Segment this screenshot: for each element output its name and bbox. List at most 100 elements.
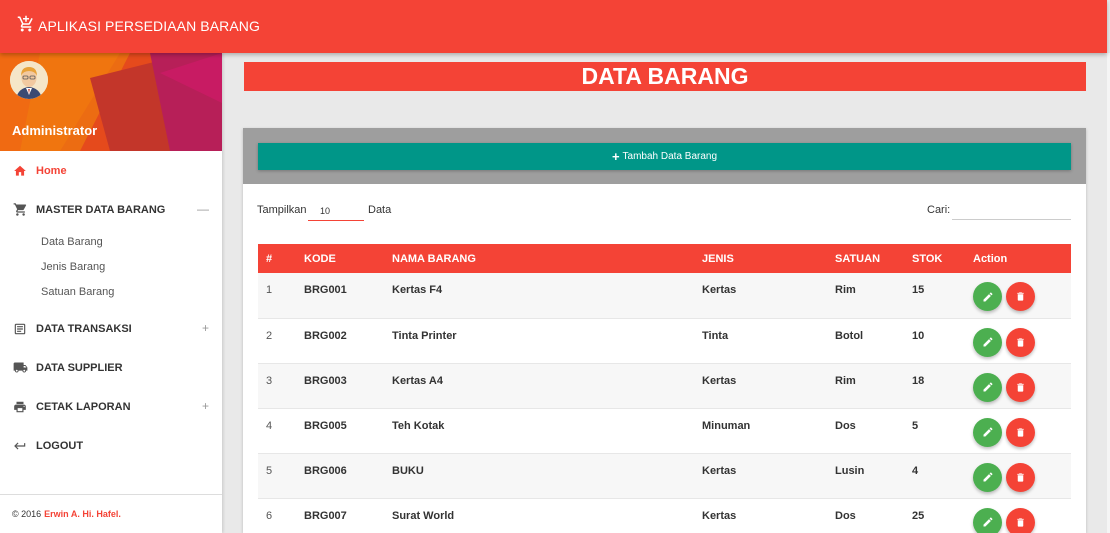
submenu-item-jenis-barang[interactable]: Jenis Barang	[0, 256, 222, 281]
cell-action	[973, 498, 1071, 533]
cell-nama-barang: Kertas F4	[392, 273, 702, 319]
cell-action	[973, 453, 1071, 499]
print-icon	[12, 399, 28, 415]
delete-button[interactable]	[1006, 507, 1035, 533]
sidebar-item-cetak-laporan[interactable]: CETAK LAPORAN +	[0, 387, 222, 426]
cell-action	[973, 273, 1071, 319]
edit-icon	[982, 381, 994, 393]
cell-kode: BRG003	[304, 363, 392, 409]
cell-kode: BRG006	[304, 453, 392, 499]
delete-button[interactable]	[1006, 372, 1035, 402]
table-header-row: # KODE NAMA BARANG JENIS SATUAN STOK Act…	[258, 244, 1071, 273]
data-label: Data	[368, 204, 392, 216]
cell-satuan: Rim	[835, 363, 912, 409]
cell-satuan: Dos	[835, 498, 912, 533]
cell-jenis: Tinta	[702, 318, 835, 364]
cell-jenis: Kertas	[702, 363, 835, 409]
sidebar: Administrator Home MASTER DATA BARANG — …	[0, 53, 222, 533]
card-header: + Tambah Data Barang	[243, 128, 1086, 184]
expand-toggle[interactable]: +	[202, 399, 209, 413]
cell-kode: BRG007	[304, 498, 392, 533]
expand-toggle[interactable]: +	[202, 321, 209, 335]
submenu-item-satuan-barang[interactable]: Satuan Barang	[0, 281, 222, 306]
add-item-label: Tambah Data Barang	[622, 151, 718, 162]
page-length-select[interactable]: 10	[308, 203, 364, 221]
column-header-jenis[interactable]: JENIS	[702, 244, 835, 273]
sidebar-menu: Home MASTER DATA BARANG —	[0, 151, 222, 229]
edit-icon	[982, 516, 994, 528]
delete-button[interactable]	[1006, 417, 1035, 447]
sidebar-item-data-supplier[interactable]: DATA SUPPLIER	[0, 348, 222, 387]
column-header-action: Action	[973, 244, 1071, 273]
user-name: Administrator	[12, 123, 98, 138]
sidebar-item-logout[interactable]: LOGOUT	[0, 426, 222, 465]
cell-satuan: Dos	[835, 408, 912, 454]
search-label: Cari:	[927, 204, 951, 216]
sidebar-item-label: MASTER DATA BARANG	[36, 203, 166, 216]
search-input[interactable]	[952, 201, 1071, 220]
submenu-item-data-barang[interactable]: Data Barang	[0, 231, 222, 256]
column-header-kode[interactable]: KODE	[304, 244, 392, 273]
sidebar-menu-lower: DATA TRANSAKSI + DATA SUPPLIER CETAK LAP…	[0, 309, 222, 465]
sidebar-item-data-transaksi[interactable]: DATA TRANSAKSI +	[0, 309, 222, 348]
table-controls: Tampilkan 10 Data Cari:	[243, 184, 1086, 244]
cell-number: 6	[258, 498, 304, 533]
edit-icon	[982, 471, 994, 483]
home-icon	[12, 163, 28, 179]
delete-button[interactable]	[1006, 462, 1035, 492]
column-header-satuan[interactable]: SATUAN	[835, 244, 912, 273]
sidebar-item-label: LOGOUT	[36, 439, 84, 452]
edit-icon	[982, 426, 994, 438]
sidebar-item-master-data-barang[interactable]: MASTER DATA BARANG —	[0, 190, 222, 229]
cell-stok: 15	[912, 273, 973, 319]
table-row: 4 BRG005 Teh Kotak Minuman Dos 5	[258, 408, 1071, 454]
add-item-button[interactable]: + Tambah Data Barang	[258, 143, 1071, 170]
cell-stok: 5	[912, 408, 973, 454]
column-header-stok[interactable]: STOK	[912, 244, 973, 273]
collapse-toggle[interactable]: —	[197, 202, 209, 216]
cell-jenis: Kertas	[702, 273, 835, 319]
cell-nama-barang: Teh Kotak	[392, 408, 702, 454]
table-row: 5 BRG006 BUKU Kertas Lusin 4	[258, 453, 1071, 499]
cell-action	[973, 363, 1071, 409]
data-barang-card: + Tambah Data Barang Tampilkan 10 Data C…	[243, 128, 1086, 533]
cell-jenis: Minuman	[702, 408, 835, 454]
sidebar-item-home[interactable]: Home	[0, 151, 222, 190]
table-row: 6 BRG007 Surat World Kertas Dos 25	[258, 498, 1071, 533]
sidebar-item-label: CETAK LAPORAN	[36, 400, 131, 413]
page-title: DATA BARANG	[244, 62, 1086, 91]
cell-nama-barang: Tinta Printer	[392, 318, 702, 364]
logout-icon	[12, 438, 28, 454]
column-header-nama-barang[interactable]: NAMA BARANG	[392, 244, 702, 273]
cell-satuan: Lusin	[835, 453, 912, 499]
trash-icon	[1015, 472, 1026, 483]
truck-icon	[12, 360, 28, 376]
user-info-panel: Administrator	[0, 53, 222, 151]
author-link[interactable]: Erwin A. Hi. Hafel.	[44, 509, 121, 519]
edit-button[interactable]	[973, 327, 1002, 357]
cell-jenis: Kertas	[702, 498, 835, 533]
cell-stok: 25	[912, 498, 973, 533]
delete-button[interactable]	[1006, 282, 1035, 311]
table-row: 2 BRG002 Tinta Printer Tinta Botol 10	[258, 318, 1071, 364]
cell-number: 4	[258, 408, 304, 454]
trash-icon	[1015, 382, 1026, 393]
cart-icon	[12, 202, 28, 218]
column-header-number[interactable]: #	[258, 244, 304, 273]
cell-number: 3	[258, 363, 304, 409]
cell-stok: 10	[912, 318, 973, 364]
trash-icon	[1015, 427, 1026, 438]
delete-button[interactable]	[1006, 327, 1035, 357]
cell-kode: BRG005	[304, 408, 392, 454]
transaction-icon	[12, 321, 28, 337]
sidebar-item-label: Home	[36, 164, 67, 177]
edit-button[interactable]	[973, 417, 1002, 447]
edit-button[interactable]	[973, 282, 1002, 311]
edit-button[interactable]	[973, 507, 1002, 533]
avatar[interactable]	[10, 61, 48, 99]
table-row: 1 BRG001 Kertas F4 Kertas Rim 15	[258, 273, 1071, 319]
edit-button[interactable]	[973, 462, 1002, 492]
edit-button[interactable]	[973, 372, 1002, 402]
cell-action	[973, 318, 1071, 364]
app-title: APLIKASI PERSEDIAAN BARANG	[38, 17, 261, 34]
